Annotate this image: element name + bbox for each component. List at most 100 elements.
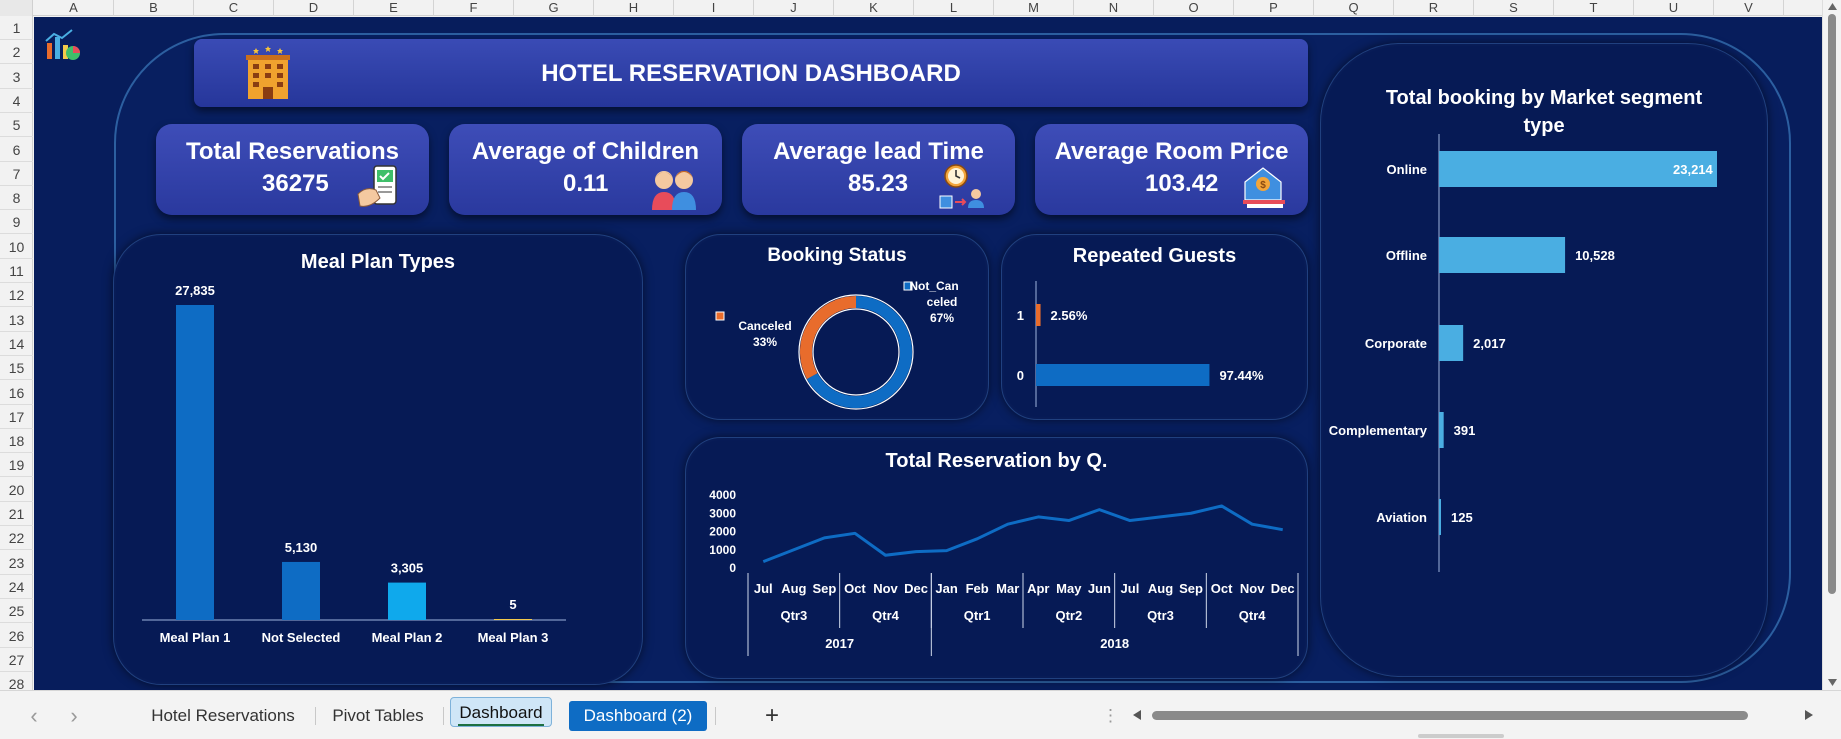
column-header-cell[interactable]: P (1234, 0, 1314, 16)
market-segment-category-label: Online (1387, 162, 1427, 177)
market-segment-data-label: 2,017 (1473, 336, 1506, 351)
vertical-scroll-thumb[interactable] (1828, 14, 1836, 594)
row-header-cell[interactable]: 7 (0, 162, 33, 186)
line-chart-month-label: Dec (904, 581, 928, 596)
row-header-cell[interactable]: 20 (0, 478, 33, 502)
meal-plan-data-label: 27,835 (175, 283, 215, 298)
column-header-cell[interactable]: S (1474, 0, 1554, 16)
column-header-cell[interactable]: D (274, 0, 354, 16)
booking-status-chart: Not_Canceled 67% Canceled 33% (715, 279, 959, 410)
column-header-cell[interactable]: V (1714, 0, 1784, 16)
booking-status-label-not-canceled: 67% (930, 311, 954, 325)
row-header-cell[interactable]: 22 (0, 526, 33, 551)
row-header-cell[interactable]: 3 (0, 65, 33, 89)
line-chart-month-label: Mar (996, 581, 1019, 596)
children-icon (652, 170, 696, 210)
repeated-guests-chart: 1 2.56% 0 97.44% (1017, 281, 1264, 407)
row-header-cell[interactable]: 12 (0, 283, 33, 308)
kpi-value: 85.23 (848, 170, 909, 197)
column-header-cell[interactable]: A (34, 0, 114, 16)
booking-status-panel: Booking Status Not_Can celed 67% Canceled 33… (685, 234, 989, 420)
row-header-cell[interactable]: 11 (0, 259, 33, 283)
scroll-left-icon[interactable] (1132, 709, 1142, 721)
repeated-guests-bar (1036, 304, 1041, 326)
line-chart-month-label: Sep (812, 581, 836, 596)
clock-lead-time-icon (939, 164, 984, 209)
row-header-cell[interactable]: 4 (0, 89, 33, 113)
column-header-cell[interactable]: K (834, 0, 914, 16)
row-header-cell[interactable]: 8 (0, 186, 33, 211)
row-header-cell[interactable]: 18 (0, 429, 33, 454)
prev-sheet-button[interactable]: ‹ (24, 701, 44, 731)
line-chart-month-label: Jul (754, 581, 773, 596)
line-chart-year-label: 2017 (825, 636, 854, 651)
reservation-line (762, 504, 1283, 564)
column-header-cell[interactable]: T (1554, 0, 1634, 16)
tab-splitter-handle[interactable]: ⋮ (1102, 701, 1119, 731)
kpi-label: Average lead Time (773, 138, 984, 165)
horizontal-scroll-thumb[interactable] (1152, 711, 1748, 720)
add-sheet-button[interactable]: + (762, 701, 782, 731)
row-header-cell[interactable]: 15 (0, 356, 33, 381)
line-chart-quarter-label: Qtr4 (872, 608, 900, 623)
column-header-cell[interactable]: J (754, 0, 834, 16)
row-header-cell[interactable]: 6 (0, 138, 33, 162)
column-header-cell[interactable]: R (1394, 0, 1474, 16)
row-header-cell[interactable]: 17 (0, 405, 33, 429)
market-segment-data-label: 391 (1454, 423, 1476, 438)
row-header-cell[interactable]: 5 (0, 113, 33, 138)
row-header-cell[interactable]: 2 (0, 40, 33, 65)
booking-status-label-not-canceled: celed (927, 295, 958, 309)
row-header-cell[interactable]: 13 (0, 308, 33, 332)
tab-active-underline (458, 724, 544, 726)
row-header-cell[interactable]: 16 (0, 381, 33, 405)
tab-hotel-reservations[interactable]: Hotel Reservations (138, 701, 308, 731)
row-header-cell[interactable]: 25 (0, 599, 33, 624)
row-header-cell[interactable]: 9 (0, 210, 33, 235)
scroll-down-icon[interactable] (1827, 678, 1838, 687)
next-sheet-button[interactable]: › (64, 701, 84, 731)
column-header-cell[interactable]: C (194, 0, 274, 16)
column-header-cell[interactable]: U (1634, 0, 1714, 16)
tab-dashboard[interactable]: Dashboard (450, 697, 552, 727)
line-chart-month-label: Jun (1088, 581, 1111, 596)
row-header-cell[interactable]: 26 (0, 624, 33, 648)
column-header-cell[interactable]: F (434, 0, 514, 16)
row-header-cell[interactable]: 1 (0, 16, 33, 40)
market-segment-category-label: Aviation (1376, 510, 1427, 525)
row-header-cell[interactable]: 14 (0, 332, 33, 356)
vertical-scrollbar[interactable] (1822, 0, 1841, 690)
row-header-cell[interactable]: 24 (0, 575, 33, 599)
line-chart-month-label: Aug (781, 581, 806, 596)
row-header-cell[interactable]: 27 (0, 648, 33, 672)
tab-dashboard-2[interactable]: Dashboard (2) (569, 701, 707, 731)
column-header-cell[interactable]: O (1154, 0, 1234, 16)
title-bar: HOTEL RESERVATION DASHBOARD (194, 39, 1308, 107)
column-header-cell[interactable]: E (354, 0, 434, 16)
column-header-cell[interactable]: N (1074, 0, 1154, 16)
kpi-value: 36275 (262, 170, 329, 197)
row-header-cell[interactable]: 21 (0, 502, 33, 526)
column-header-cell[interactable]: Q (1314, 0, 1394, 16)
dashboard-logo-icon (45, 29, 80, 60)
select-all-corner[interactable] (0, 0, 33, 16)
column-header-cell[interactable]: B (114, 0, 194, 16)
line-chart-y-tick: 2000 (709, 525, 736, 539)
row-header-cell[interactable]: 10 (0, 235, 33, 259)
line-chart-y-tick: 0 (729, 561, 736, 575)
scroll-up-icon[interactable] (1827, 2, 1838, 11)
tab-pivot-tables[interactable]: Pivot Tables (322, 701, 434, 731)
column-header-cell[interactable]: G (514, 0, 594, 16)
resize-handle[interactable] (1418, 734, 1504, 738)
column-header-cell[interactable]: H (594, 0, 674, 16)
market-segment-panel: Total booking by Market segment type Onl… (1320, 43, 1768, 677)
column-header: ABCDEFGHIJKLMNOPQRSTUV (0, 0, 1822, 16)
row-header-cell[interactable]: 19 (0, 453, 33, 478)
phone-booking-icon (357, 165, 397, 207)
column-header-cell[interactable]: M (994, 0, 1074, 16)
scroll-right-icon[interactable] (1804, 709, 1814, 721)
column-header-cell[interactable]: L (914, 0, 994, 16)
line-chart-y-tick: 3000 (709, 506, 736, 520)
row-header-cell[interactable]: 23 (0, 551, 33, 575)
column-header-cell[interactable]: I (674, 0, 754, 16)
